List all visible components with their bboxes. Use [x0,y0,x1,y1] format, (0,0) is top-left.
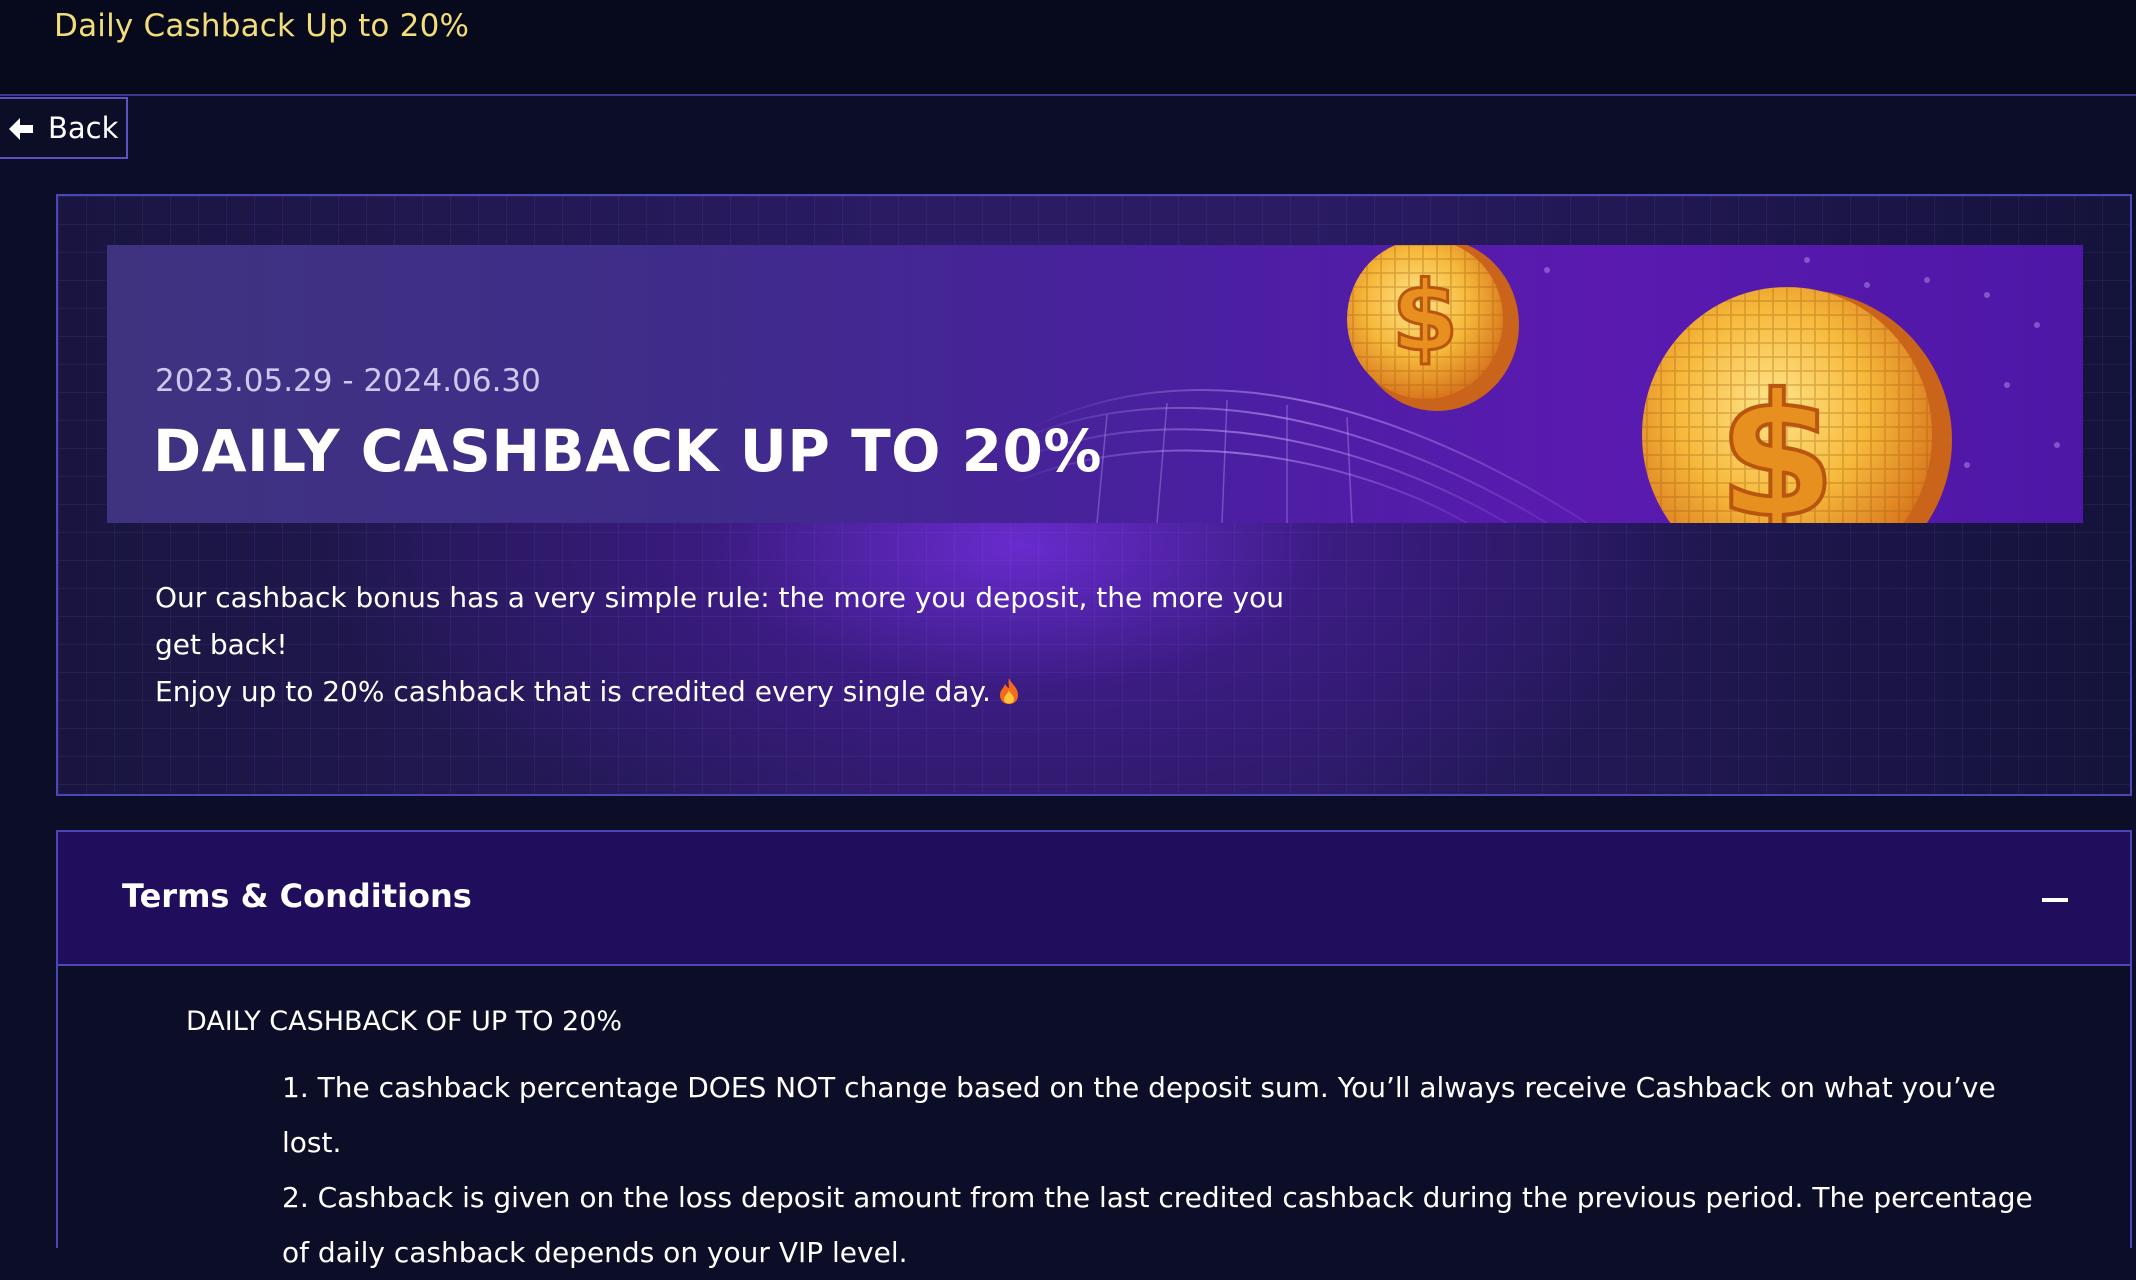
promo-card: $ $ 2023.05.29 - 2024.06.30 DAILY CASHBA… [56,194,2132,796]
back-label: Back [48,111,119,145]
back-button[interactable]: Back [0,97,128,159]
page-title: Daily Cashback Up to 20% [54,8,470,44]
svg-text:$: $ [1392,261,1459,373]
promo-title: DAILY CASHBACK UP TO 20% [153,417,1102,485]
minus-icon[interactable] [2042,898,2068,902]
terms-toggle[interactable]: Terms & Conditions [58,832,2130,966]
promo-description-line-2: Enjoy up to 20% cashback that is credite… [155,675,991,708]
promo-description-line-2-row: Enjoy up to 20% cashback that is credite… [155,668,1315,715]
terms-item: 1. The cashback percentage DOES NOT chan… [282,1071,1996,1159]
promo-description-line-1: Our cashback bonus has a very simple rul… [155,581,1284,661]
top-bar: Daily Cashback Up to 20% [0,0,2136,96]
terms-title: Terms & Conditions [122,877,472,915]
terms-section: Terms & Conditions DAILY CASHBACK OF UP … [56,830,2132,1269]
terms-item: 2. Cashback is given on the loss deposit… [282,1181,2033,1269]
promo-banner: $ $ 2023.05.29 - 2024.06.30 DAILY CASHBA… [107,245,2083,523]
fire-icon [999,678,1018,704]
svg-text:$: $ [1718,358,1836,523]
arrow-left-icon [9,118,33,140]
promo-date-range: 2023.05.29 - 2024.06.30 [155,363,541,399]
terms-list: 1. The cashback percentage DOES NOT chan… [282,1060,2062,1280]
terms-heading: DAILY CASHBACK OF UP TO 20% [186,1006,623,1037]
promo-description: Our cashback bonus has a very simple rul… [155,574,1315,715]
